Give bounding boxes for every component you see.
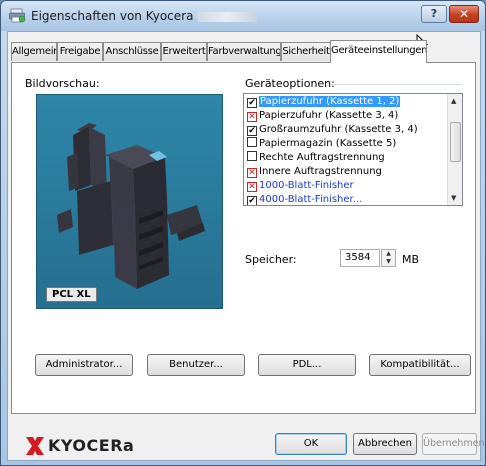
checkbox-conflict-icon[interactable]: ✕ — [247, 182, 257, 192]
list-item[interactable]: ✕ Innere Auftragstrennung — [247, 165, 382, 179]
device-preview: PCL XL — [36, 94, 223, 309]
checkbox-conflict-icon[interactable]: ✕ — [247, 112, 257, 122]
list-scrollbar[interactable]: ▲ ▼ — [447, 94, 462, 205]
tab-allgemein[interactable]: Allgemein — [11, 42, 57, 61]
memory-input[interactable]: 3584 — [340, 249, 380, 267]
printer-illustration — [57, 123, 205, 289]
ok-button[interactable]: OK — [275, 433, 347, 455]
redacted-model-name — [197, 11, 258, 22]
pdl-button[interactable]: PDL... — [258, 354, 356, 376]
device-options-list[interactable]: ✔ Papierzufuhr (Kassette 1, 2) ✕ Papierzuf… — [243, 93, 463, 206]
checkbox-checked-icon[interactable]: ✔ — [247, 98, 257, 108]
kompatibilitaet-button[interactable]: Kompatibilität... — [369, 354, 471, 376]
administrator-button[interactable]: Administrator... — [35, 354, 133, 376]
memory-stepper[interactable]: ▲ ▼ — [381, 249, 396, 267]
title-bar[interactable]: Eigenschaften von Kyocera ? ✕ — [1, 1, 485, 31]
close-button[interactable]: ✕ — [449, 5, 479, 23]
scroll-up-icon[interactable]: ▲ — [451, 97, 456, 105]
list-item[interactable]: ✕ Papierzufuhr (Kassette 3, 4) — [247, 109, 398, 123]
help-button[interactable]: ? — [421, 5, 447, 23]
list-item[interactable]: Rechte Auftragstrennung — [247, 151, 385, 165]
list-item[interactable]: ✕ 1000-Blatt-Finisher — [247, 179, 354, 193]
checkbox-checked-icon[interactable]: ✔ — [247, 196, 257, 205]
group-divider — [331, 84, 462, 85]
tab-freigabe[interactable]: Freigabe — [57, 42, 103, 61]
list-item[interactable]: ✔ Großraumzufuhr (Kassette 3, 4) — [247, 123, 418, 137]
kyocera-mark-icon — [26, 437, 44, 455]
tab-panel: Bildvorschau: Geräteoptionen: PCL XL ✔ P… — [11, 62, 476, 414]
spin-down-icon[interactable]: ▼ — [382, 258, 395, 266]
tab-farbverwaltung[interactable]: Farbverwaltung — [207, 42, 281, 61]
memory-unit: MB — [402, 253, 420, 266]
window-title: Eigenschaften von Kyocera — [31, 9, 258, 23]
list-item[interactable]: ✔ 4000-Blatt-Finisher... — [247, 193, 362, 205]
dialog-client-area: Allgemein Freigabe Anschlüsse Erweitert … — [7, 31, 485, 461]
list-item[interactable]: ✔ Papierzufuhr (Kassette 1, 2) — [247, 95, 401, 109]
checkbox-checked-icon[interactable]: ✔ — [247, 126, 257, 136]
options-label: Geräteoptionen: — [245, 77, 335, 90]
tab-geraeteeinstellungen[interactable]: Geräteeinstellungen — [330, 40, 427, 63]
memory-label: Speicher: — [245, 253, 297, 266]
benutzer-button[interactable]: Benutzer... — [147, 354, 245, 376]
spin-up-icon[interactable]: ▲ — [382, 250, 395, 258]
tab-sicherheit[interactable]: Sicherheit — [281, 42, 331, 61]
printer-properties-window: Eigenschaften von Kyocera ? ✕ Allgemein … — [0, 0, 486, 466]
tab-anschluesse[interactable]: Anschlüsse — [103, 42, 161, 61]
checkbox-unchecked-icon[interactable] — [247, 137, 257, 147]
apply-button[interactable]: Übernehmen — [422, 433, 485, 455]
printer-app-icon — [9, 8, 26, 23]
cancel-button[interactable]: Abbrechen — [353, 433, 417, 455]
checkbox-unchecked-icon[interactable] — [247, 151, 257, 161]
scroll-thumb[interactable] — [450, 122, 461, 162]
pdl-badge: PCL XL — [46, 287, 97, 302]
preview-label: Bildvorschau: — [25, 77, 100, 90]
scroll-down-icon[interactable]: ▼ — [451, 194, 456, 202]
tab-erweitert[interactable]: Erweitert — [161, 42, 207, 61]
checkbox-conflict-icon[interactable]: ✕ — [247, 168, 257, 178]
list-item[interactable]: Papiermagazin (Kassette 5) — [247, 137, 396, 151]
